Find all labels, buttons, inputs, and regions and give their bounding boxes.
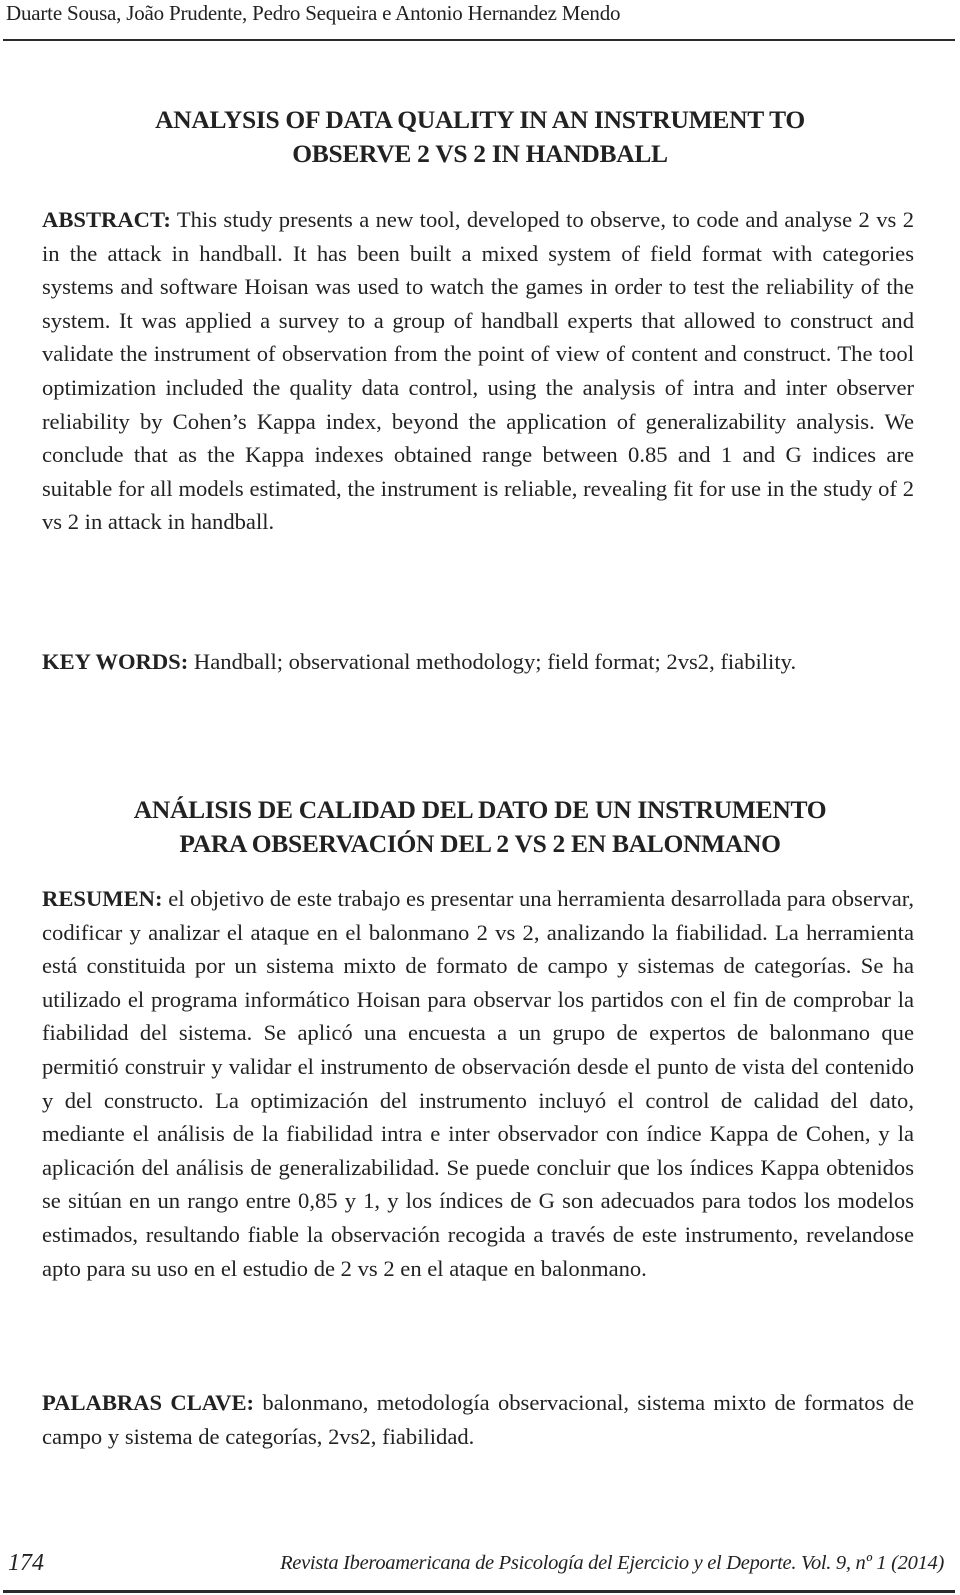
page-number: 174 (8, 1550, 44, 1576)
resumen-text: el objetivo de este trabajo es presentar… (42, 886, 914, 1281)
abstract-label: ABSTRACT: (42, 207, 171, 232)
header-rule (3, 39, 955, 41)
abstract-paragraph: ABSTRACT: This study presents a new tool… (42, 203, 914, 539)
spanish-title-line-2: PARA OBSERVACIÓN DEL 2 VS 2 EN BALONMANO (179, 829, 781, 858)
english-title: ANALYSIS OF DATA QUALITY IN AN INSTRUMEN… (0, 103, 960, 171)
footer-rule (3, 1590, 955, 1593)
english-title-line-2: OBSERVE 2 VS 2 IN HANDBALL (292, 139, 668, 168)
keywords-text: Handball; observational methodology; fie… (193, 649, 797, 674)
keywords-paragraph: KEY WORDS: Handball; observational metho… (42, 645, 914, 679)
spanish-title-line-1: ANÁLISIS DE CALIDAD DEL DATO DE UN INSTR… (133, 795, 827, 824)
english-title-line-1: ANALYSIS OF DATA QUALITY IN AN INSTRUMEN… (155, 105, 805, 134)
keywords-label: KEY WORDS: (42, 649, 189, 674)
journal-citation: Revista Iberoamericana de Psicología del… (280, 1552, 944, 1574)
palabras-clave-label: PALABRAS CLAVE: (42, 1390, 255, 1415)
resumen-paragraph: RESUMEN: el objetivo de este trabajo es … (42, 882, 914, 1285)
running-head-authors: Duarte Sousa, João Prudente, Pedro Seque… (6, 1, 621, 25)
spanish-title: ANÁLISIS DE CALIDAD DEL DATO DE UN INSTR… (0, 793, 960, 861)
abstract-text: This study presents a new tool, develope… (42, 207, 914, 535)
palabras-clave-paragraph: PALABRAS CLAVE: balonmano, metodología o… (42, 1386, 914, 1453)
resumen-label: RESUMEN: (42, 886, 163, 911)
